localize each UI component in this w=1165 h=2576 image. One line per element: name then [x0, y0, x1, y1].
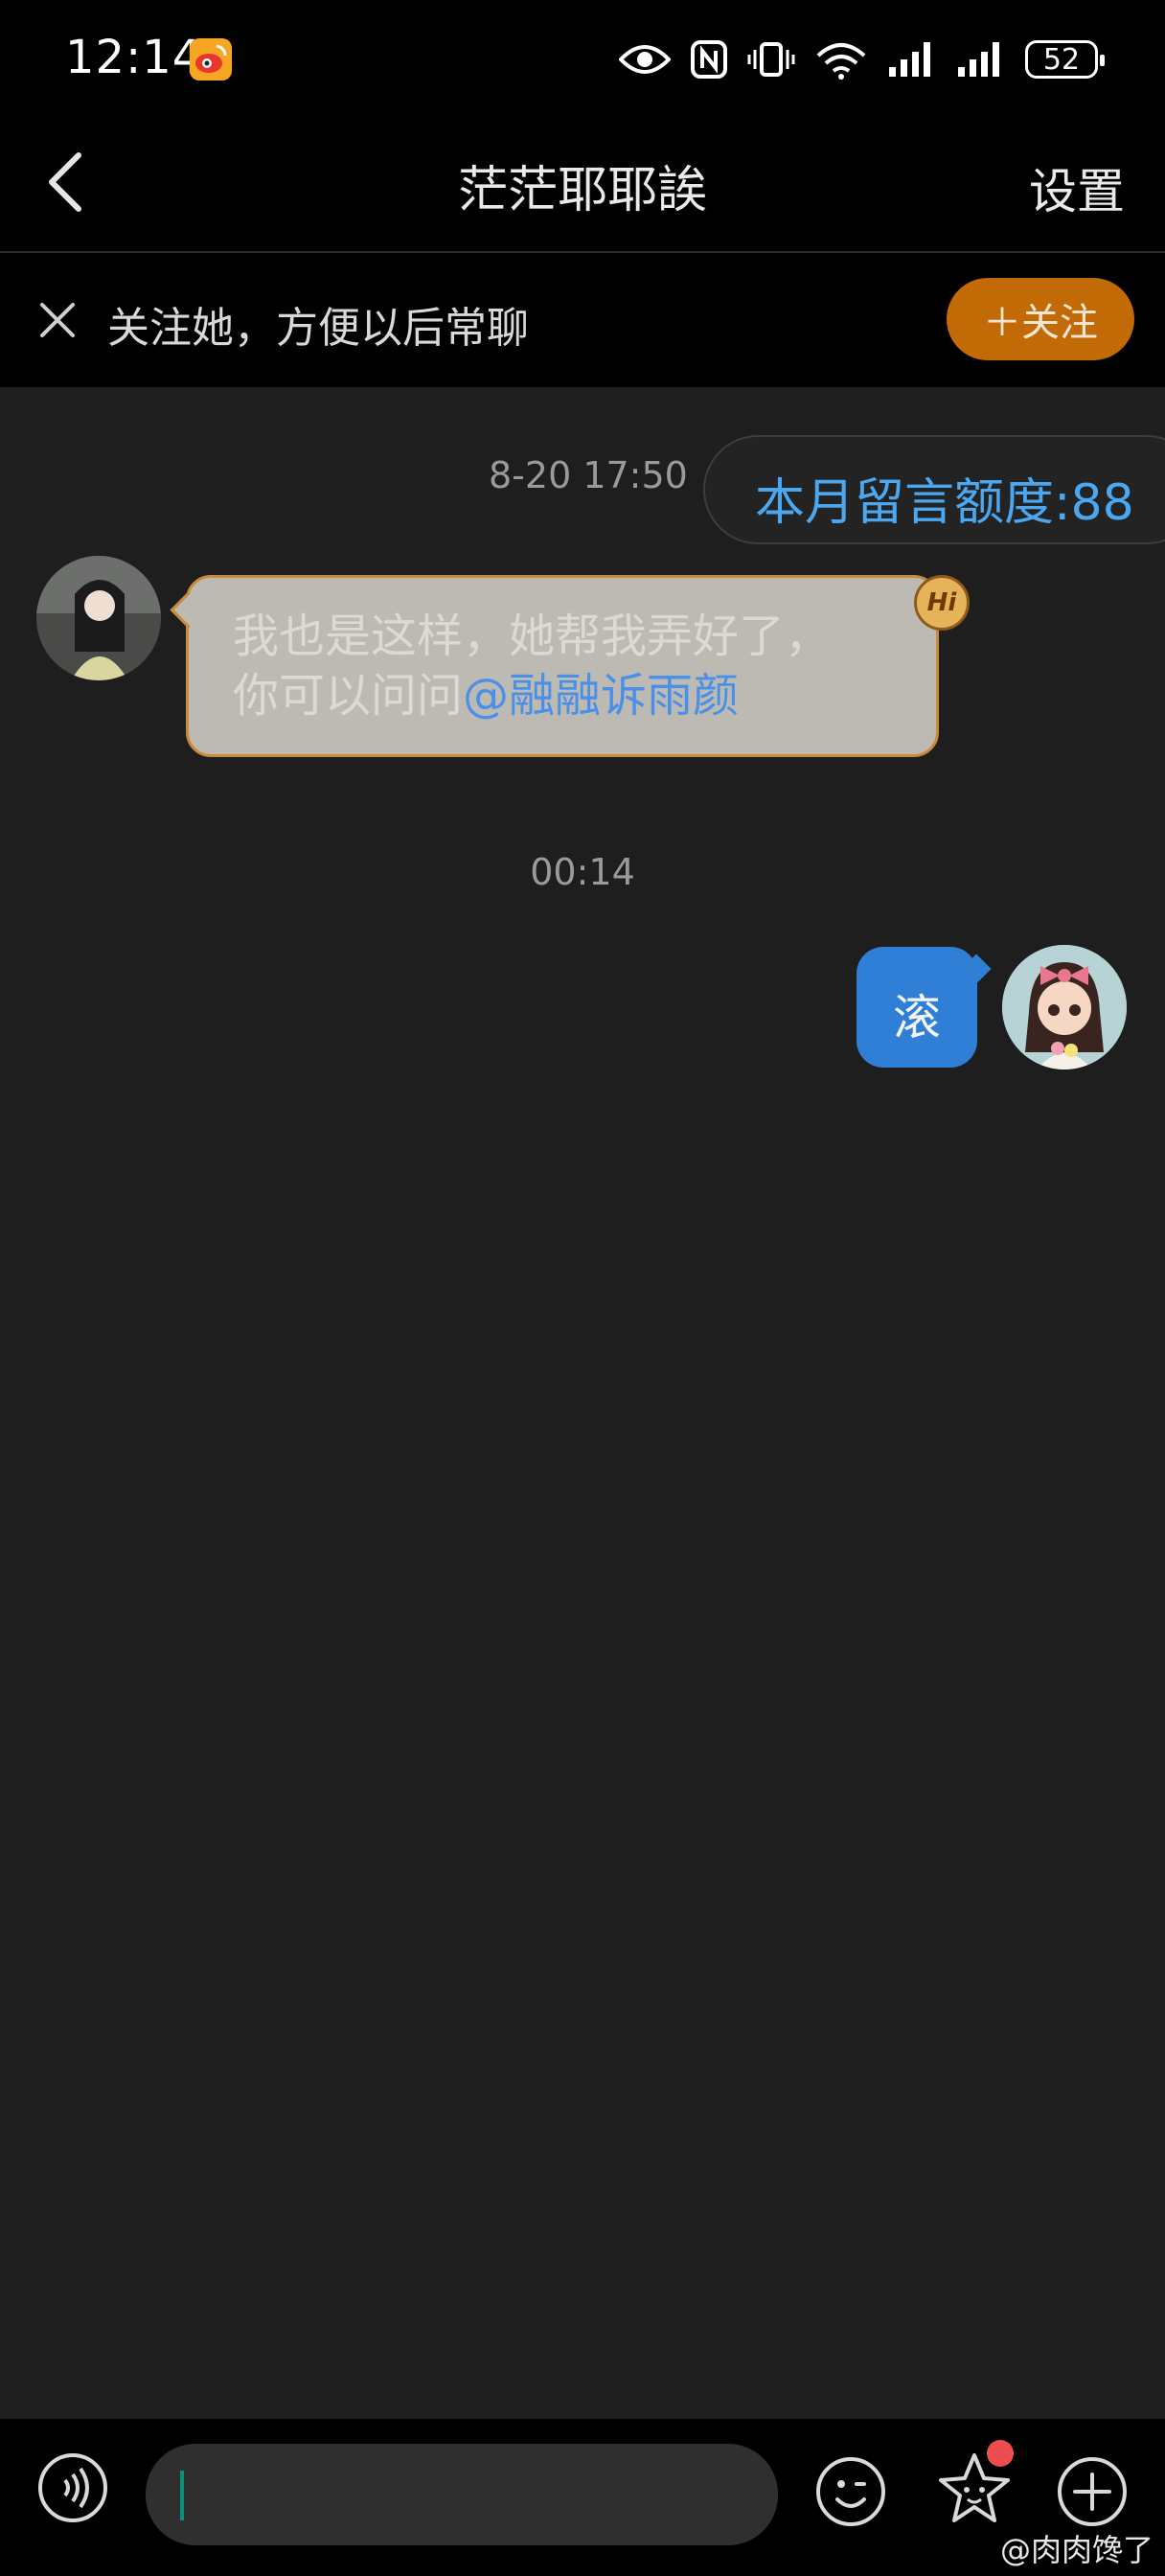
vibrate-icon — [747, 42, 795, 77]
follow-banner: 关注她，方便以后常聊 ＋关注 — [0, 253, 1165, 387]
chat-area[interactable]: 8-20 17:50 本月留言额度:88 我也是这样，她帮我弄好了， 你可以问问… — [0, 387, 1165, 2419]
status-icons: 52 — [619, 33, 1105, 86]
signal-icon — [889, 42, 930, 77]
incoming-message-bubble[interactable]: 我也是这样，她帮我弄好了， 你可以问问@融融诉雨颜 — [186, 575, 939, 757]
incoming-message-line2: 你可以问问 — [233, 669, 464, 723]
emoji-icon — [816, 2457, 885, 2526]
incoming-message-text: 我也是这样，她帮我弄好了， 你可以问问@融融诉雨颜 — [233, 607, 903, 725]
message-timestamp-2: 00:14 — [530, 851, 635, 893]
conversation-title: 茫茫耶耶誒 — [457, 162, 707, 219]
outgoing-message-text: 滚 — [893, 990, 941, 1046]
eye-icon — [619, 45, 671, 74]
hi-badge: Hi — [914, 575, 970, 631]
incoming-message-line1: 我也是这样，她帮我弄好了， — [233, 610, 832, 663]
user-mention-link[interactable]: @融融诉雨颜 — [463, 669, 739, 723]
voice-input-button[interactable] — [36, 2451, 109, 2524]
voice-icon — [38, 2453, 107, 2522]
emoji-button[interactable] — [812, 2453, 889, 2530]
close-banner-button[interactable] — [33, 295, 82, 345]
plus-icon — [1058, 2457, 1127, 2526]
outgoing-message-bubble[interactable]: 滚 — [857, 947, 977, 1068]
nav-bar: 茫茫耶耶誒 设置 — [0, 115, 1165, 253]
battery-indicator: 52 — [1025, 40, 1105, 79]
settings-button[interactable]: 设置 — [1029, 153, 1125, 222]
message-quota-pill: 本月留言额度:88 — [703, 435, 1165, 544]
my-avatar[interactable] — [1002, 945, 1127, 1070]
text-cursor — [180, 2471, 184, 2520]
message-quota-text: 本月留言额度:88 — [755, 474, 1134, 532]
message-input[interactable] — [146, 2444, 778, 2545]
status-bar: 12:14 52 — [0, 0, 1165, 115]
weibo-notification-icon — [190, 38, 232, 80]
signal-icon-2 — [958, 42, 999, 77]
message-timestamp: 8-20 17:50 — [489, 454, 688, 496]
follow-button[interactable]: ＋关注 — [947, 278, 1134, 360]
nfc-icon — [691, 40, 727, 79]
close-icon — [40, 303, 75, 337]
follow-prompt-text: 关注她，方便以后常聊 — [107, 304, 529, 353]
more-options-button[interactable] — [1054, 2453, 1131, 2530]
watermark: @肉肉馋了 — [999, 2532, 1154, 2568]
input-bar — [0, 2419, 1165, 2576]
wifi-icon — [816, 43, 866, 80]
status-time: 12:14 — [65, 31, 203, 84]
notification-dot — [987, 2440, 1014, 2467]
contact-avatar[interactable] — [36, 556, 161, 680]
